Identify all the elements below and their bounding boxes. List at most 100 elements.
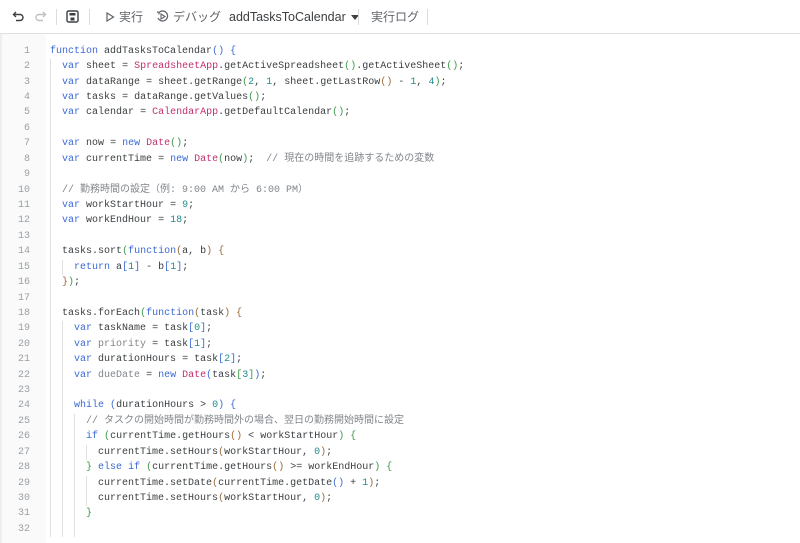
code-text: tasks.forEach(function(task) { xyxy=(62,307,243,319)
code-line: 32 xyxy=(0,522,800,537)
code-line: 22 var dueDate = new Date(task[3]); xyxy=(0,368,800,383)
run-button[interactable]: 実行 xyxy=(105,0,143,33)
line-number: 7 xyxy=(23,138,30,150)
undo-icon xyxy=(12,11,24,22)
code-line: 30 currentTime.setHours(workStartHour, 0… xyxy=(0,491,800,506)
line-number: 11 xyxy=(17,200,30,211)
code-text: } xyxy=(86,508,93,520)
code-text: tasks.sort(function(a, b) { xyxy=(62,246,225,258)
run-label: 実行 xyxy=(119,10,144,24)
line-number: 18 xyxy=(17,307,30,319)
code-line: 21 var durationHours = task[2]; xyxy=(0,352,800,367)
code-line: 26 if (currentTime.getHours() < workStar… xyxy=(0,429,800,444)
code-line: 13 xyxy=(0,229,800,244)
line-number: 4 xyxy=(23,92,30,104)
code-text: var taskName = task[0]; xyxy=(74,323,213,335)
execution-log-label: 実行ログ xyxy=(371,10,420,24)
code-line: 16 }); xyxy=(0,275,800,290)
line-number: 31 xyxy=(17,508,30,520)
line-number: 26 xyxy=(17,431,30,443)
toolbar-divider xyxy=(89,9,90,25)
line-number: 19 xyxy=(17,323,30,335)
line-number: 2 xyxy=(23,61,30,73)
indent-guide xyxy=(50,59,51,538)
line-number: 24 xyxy=(17,400,30,412)
code-line: 11 var workStartHour = 9; xyxy=(0,198,800,213)
code-text: var currentTime = new Date(now); // 現在の時… xyxy=(62,153,435,165)
code-text: var now = new Date(); xyxy=(62,138,189,150)
line-number: 22 xyxy=(17,369,30,381)
code-text: return a[1] - b[1]; xyxy=(74,261,189,273)
code-line: 23 xyxy=(0,383,800,398)
code-text: var dataRange = sheet.getRange(2, 1, she… xyxy=(62,76,447,88)
redo-icon xyxy=(35,11,47,22)
line-number: 12 xyxy=(17,215,30,227)
code-line: 20 var priority = task[1]; xyxy=(0,337,800,352)
line-number: 8 xyxy=(23,153,30,165)
code-line: 28 } else if (currentTime.getHours() >= … xyxy=(0,460,800,475)
line-number: 25 xyxy=(17,415,30,427)
code-text: currentTime.setHours(workStartHour, 0); xyxy=(98,446,333,458)
indent-guide xyxy=(86,444,87,461)
code-line: 5 var calendar = CalendarApp.getDefaultC… xyxy=(0,105,800,120)
code-line: 4 var tasks = dataRange.getValues(); xyxy=(0,90,800,105)
function-select[interactable]: addTasksToCalendar xyxy=(229,0,360,33)
code-line: 18 tasks.forEach(function(task) { xyxy=(0,306,800,321)
indent-guide xyxy=(62,259,63,276)
editor-toolbar: 実行 デバッグ addTasksToCalendar 実行ログ xyxy=(0,0,800,34)
indent-guide xyxy=(86,475,87,507)
line-number: 21 xyxy=(17,354,30,366)
code-line: 10 // 勤務時間の設定（例: 9:00 AM から 6:00 PM） xyxy=(0,183,800,198)
code-editor[interactable]: 1 function addTasksToCalendar() { 2 var sh… xyxy=(0,34,800,543)
code-text: } else if (currentTime.getHours() >= wor… xyxy=(86,462,393,474)
line-number: 30 xyxy=(17,492,30,504)
line-number: 32 xyxy=(17,523,30,535)
toolbar-divider xyxy=(358,9,359,25)
code-line: 31 } xyxy=(0,506,800,521)
code-line: 7 var now = new Date(); xyxy=(0,136,800,151)
line-number: 5 xyxy=(23,107,30,119)
code-text: var calendar = CalendarApp.getDefaultCal… xyxy=(62,107,351,119)
code-text: currentTime.setHours(workStartHour, 0); xyxy=(98,492,333,504)
code-text: if (currentTime.getHours() < workStartHo… xyxy=(86,431,357,443)
code-text: var workEndHour = 18; xyxy=(62,215,189,227)
code-text: // 勤務時間の設定（例: 9:00 AM から 6:00 PM） xyxy=(62,184,309,196)
line-number: 23 xyxy=(17,385,30,397)
line-number: 9 xyxy=(23,169,30,181)
code-line: 12 var workEndHour = 18; xyxy=(0,213,800,228)
line-number: 13 xyxy=(17,230,30,242)
line-number: 10 xyxy=(17,184,30,196)
code-line: 8 var currentTime = new Date(now); // 現在… xyxy=(0,152,800,167)
code-text: var sheet = SpreadsheetApp.getActiveSpre… xyxy=(62,61,465,73)
code-line: 29 currentTime.setDate(currentTime.getDa… xyxy=(0,476,800,491)
toolbar-divider xyxy=(56,9,57,25)
code-line: 25 // タスクの開始時間が勤務時間外の場合、翌日の勤務開始時間に設定 xyxy=(0,414,800,429)
indent-guide xyxy=(62,321,63,538)
line-number: 28 xyxy=(17,462,30,474)
save-button[interactable] xyxy=(66,0,79,33)
line-number: 3 xyxy=(23,76,30,88)
play-icon xyxy=(106,11,115,22)
undo-button[interactable] xyxy=(12,0,25,33)
indent-guide xyxy=(74,413,75,538)
code-line: 2 var sheet = SpreadsheetApp.getActiveSp… xyxy=(0,59,800,74)
line-number: 16 xyxy=(17,277,30,289)
code-text: var durationHours = task[2]; xyxy=(74,354,243,366)
code-line: 9 xyxy=(0,167,800,182)
line-number: 1 xyxy=(23,45,30,57)
debug-button[interactable]: デバッグ xyxy=(156,0,221,33)
code-text: currentTime.setDate(currentTime.getDate(… xyxy=(98,477,381,489)
save-icon xyxy=(66,10,79,23)
code-text: var priority = task[1]; xyxy=(74,338,213,350)
execution-log-button[interactable]: 実行ログ xyxy=(371,0,419,33)
code-text: var tasks = dataRange.getValues(); xyxy=(62,92,267,104)
line-number: 29 xyxy=(17,477,30,489)
code-text: function addTasksToCalendar() { xyxy=(50,45,237,57)
code-line: 24 while (durationHours > 0) { xyxy=(0,398,800,413)
code-text: while (durationHours > 0) { xyxy=(74,400,237,412)
code-line: 3 var dataRange = sheet.getRange(2, 1, s… xyxy=(0,75,800,90)
redo-button[interactable] xyxy=(34,0,47,33)
line-number: 6 xyxy=(23,122,30,134)
code-text: var workStartHour = 9; xyxy=(62,200,195,211)
toolbar-divider xyxy=(427,9,428,25)
